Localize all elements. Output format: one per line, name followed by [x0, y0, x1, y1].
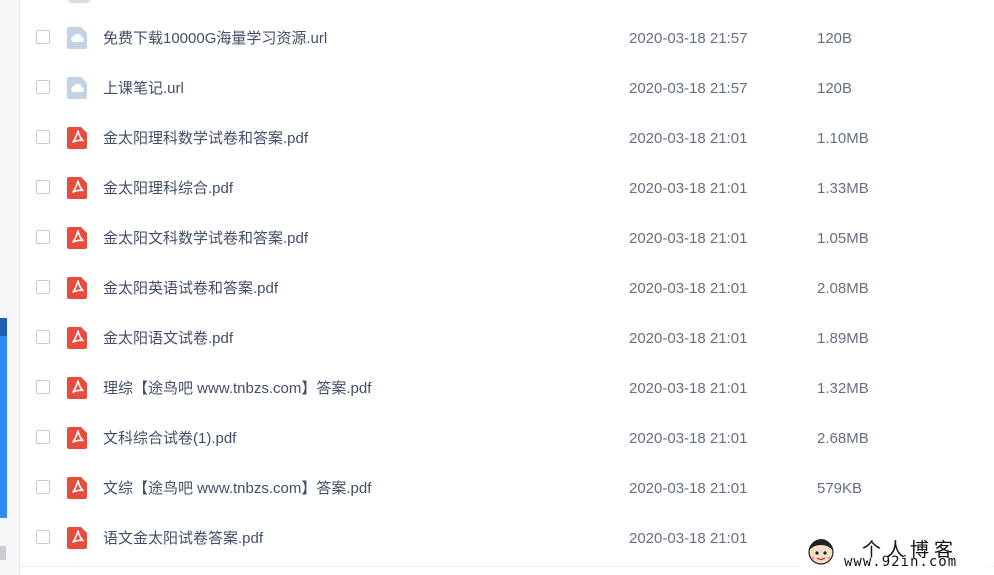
- file-name[interactable]: 文科综合试卷(1).pdf: [103, 414, 236, 464]
- previous-row-icon-stub: [68, 0, 90, 3]
- file-size: 2.08MB: [817, 280, 869, 297]
- file-size: 1.33MB: [817, 180, 869, 197]
- row-checkbox[interactable]: [36, 380, 50, 394]
- file-date: 2020-03-18 21:01: [629, 380, 748, 397]
- file-size: 1.32MB: [817, 380, 869, 397]
- file-name[interactable]: 免费下载10000G海量学习资源.url: [103, 14, 327, 64]
- row-checkbox[interactable]: [36, 30, 50, 44]
- watermark-url: www.92in.com: [844, 554, 958, 570]
- row-checkbox[interactable]: [36, 130, 50, 144]
- file-row[interactable]: 免费下载10000G海量学习资源.url 2020-03-18 21:57 12…: [20, 14, 994, 64]
- row-checkbox[interactable]: [36, 230, 50, 244]
- row-checkbox[interactable]: [36, 280, 50, 294]
- url-cloud-icon: [67, 27, 87, 49]
- pdf-icon: [67, 327, 87, 349]
- file-date: 2020-03-18 21:01: [629, 180, 748, 197]
- file-date: 2020-03-18 21:01: [629, 280, 748, 297]
- file-size: 1.89MB: [817, 330, 869, 347]
- file-row[interactable]: 金太阳理科综合.pdf 2020-03-18 21:01 1.33MB: [20, 164, 994, 214]
- file-row[interactable]: 金太阳语文试卷.pdf 2020-03-18 21:01 1.89MB: [20, 314, 994, 364]
- left-panel-accent: [0, 318, 7, 518]
- file-date: 2020-03-18 21:57: [629, 30, 748, 47]
- row-checkbox[interactable]: [36, 480, 50, 494]
- file-row[interactable]: 上课笔记.url 2020-03-18 21:57 120B: [20, 64, 994, 114]
- left-panel-accent-top: [0, 318, 7, 336]
- file-name[interactable]: 金太阳语文试卷.pdf: [103, 314, 233, 364]
- file-row[interactable]: 金太阳英语试卷和答案.pdf 2020-03-18 21:01 2.08MB: [20, 264, 994, 314]
- pdf-icon: [67, 477, 87, 499]
- row-checkbox[interactable]: [36, 330, 50, 344]
- file-size: 579KB: [817, 480, 863, 497]
- file-date: 2020-03-18 21:01: [629, 430, 748, 447]
- file-row[interactable]: 金太阳文科数学试卷和答案.pdf 2020-03-18 21:01 1.05MB: [20, 214, 994, 264]
- file-name[interactable]: 金太阳英语试卷和答案.pdf: [103, 264, 278, 314]
- pdf-icon: [67, 377, 87, 399]
- file-size: 1.05MB: [817, 230, 869, 247]
- file-name[interactable]: 金太阳理科数学试卷和答案.pdf: [103, 114, 308, 164]
- row-checkbox[interactable]: [36, 180, 50, 194]
- watermark: 个人博客 www.92in.com: [800, 533, 990, 573]
- file-name[interactable]: 金太阳理科综合.pdf: [103, 164, 233, 214]
- left-scroll-tab[interactable]: [0, 546, 6, 560]
- file-size: 120B: [817, 80, 853, 97]
- row-checkbox[interactable]: [36, 80, 50, 94]
- file-row[interactable]: 理综【途鸟吧 www.tnbzs.com】答案.pdf 2020-03-18 2…: [20, 364, 994, 414]
- pdf-icon: [67, 227, 87, 249]
- file-date: 2020-03-18 21:01: [629, 330, 748, 347]
- file-name[interactable]: 理综【途鸟吧 www.tnbzs.com】答案.pdf: [103, 364, 371, 414]
- file-date: 2020-03-18 21:01: [629, 130, 748, 147]
- url-cloud-icon: [67, 77, 87, 99]
- file-name[interactable]: 金太阳文科数学试卷和答案.pdf: [103, 214, 308, 264]
- file-name[interactable]: 文综【途鸟吧 www.tnbzs.com】答案.pdf: [103, 464, 371, 514]
- file-date: 2020-03-18 21:01: [629, 230, 748, 247]
- pdf-icon: [67, 127, 87, 149]
- file-name[interactable]: 上课笔记.url: [103, 64, 184, 114]
- pdf-icon: [67, 427, 87, 449]
- row-checkbox[interactable]: [36, 430, 50, 444]
- file-name[interactable]: 语文金太阳试卷答案.pdf: [103, 514, 263, 564]
- file-row[interactable]: 金太阳理科数学试卷和答案.pdf 2020-03-18 21:01 1.10MB: [20, 114, 994, 164]
- file-size: 1.10MB: [817, 130, 869, 147]
- file-list: 免费下载10000G海量学习资源.url 2020-03-18 21:57 12…: [20, 14, 994, 564]
- file-row[interactable]: 文科综合试卷(1).pdf 2020-03-18 21:01 2.68MB: [20, 414, 994, 464]
- file-row[interactable]: 文综【途鸟吧 www.tnbzs.com】答案.pdf 2020-03-18 2…: [20, 464, 994, 514]
- pdf-icon: [67, 177, 87, 199]
- pdf-icon: [67, 527, 87, 549]
- file-size: 2.68MB: [817, 430, 869, 447]
- watermark-logo-icon: [808, 539, 834, 565]
- file-size: 120B: [817, 30, 853, 47]
- pdf-icon: [67, 277, 87, 299]
- file-date: 2020-03-18 21:57: [629, 80, 748, 97]
- file-date: 2020-03-18 21:01: [629, 480, 748, 497]
- file-date: 2020-03-18 21:01: [629, 530, 748, 547]
- row-checkbox[interactable]: [36, 530, 50, 544]
